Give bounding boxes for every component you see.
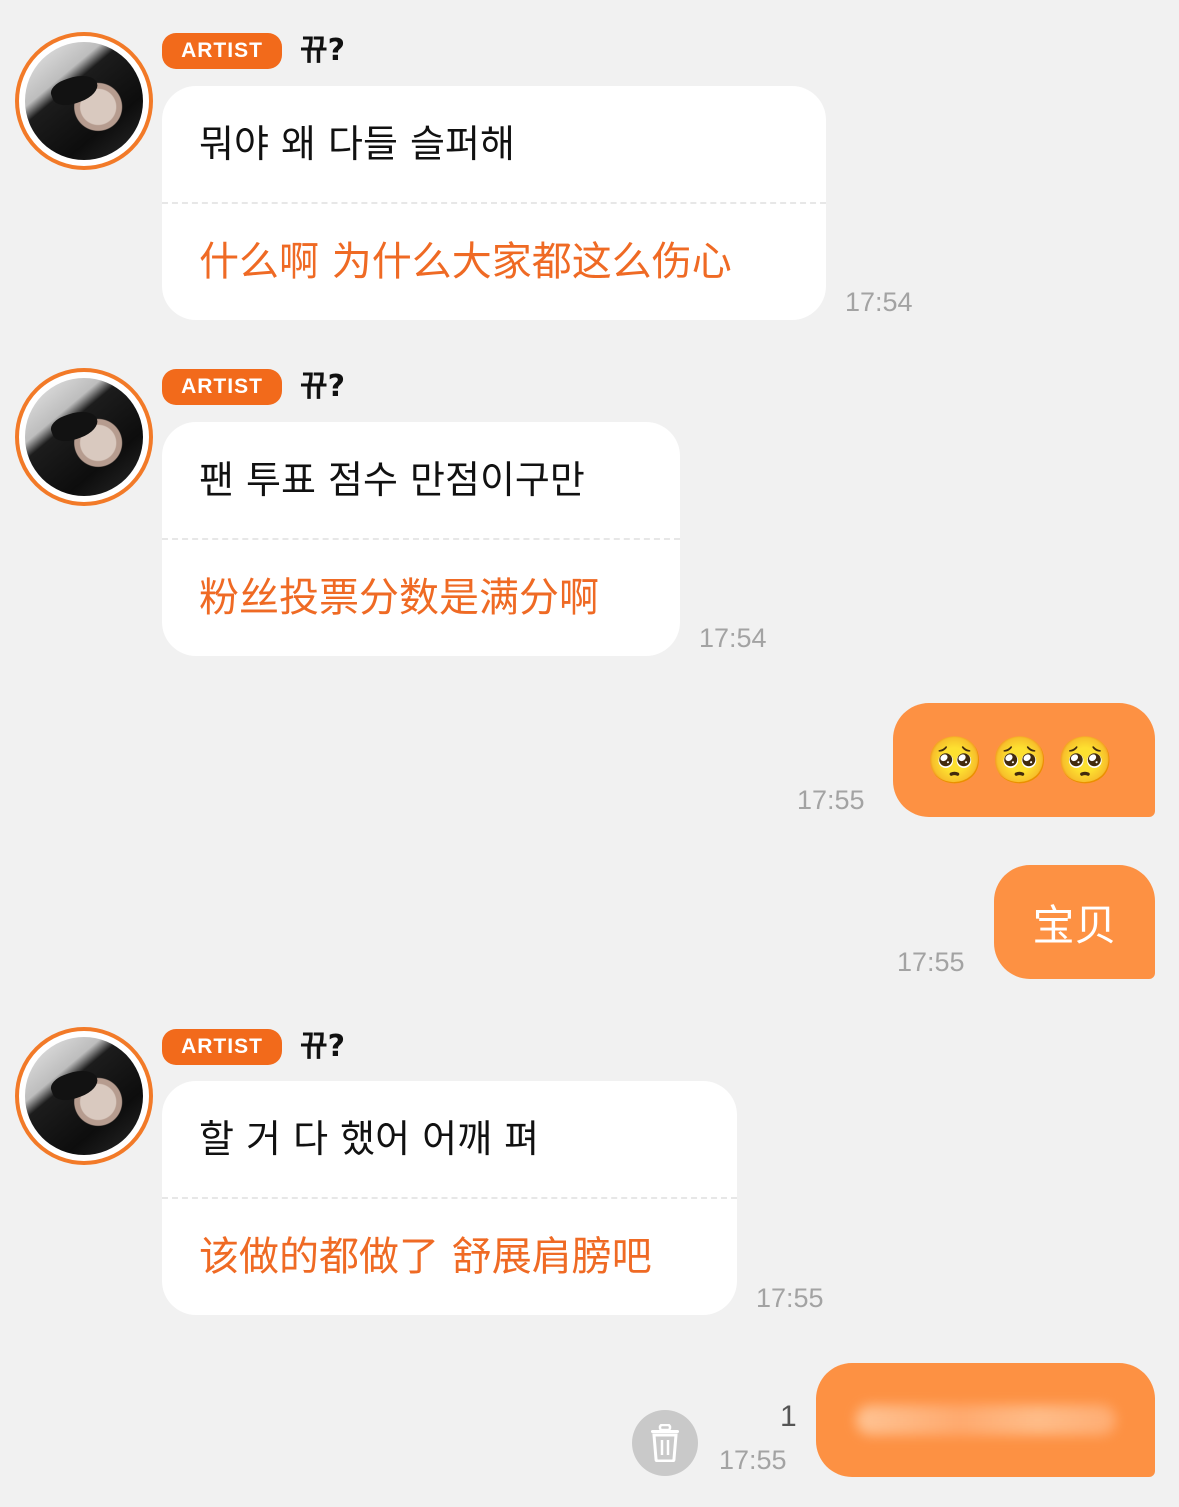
message-korean-text: 할 거 다 했어 어깨 펴 [199,1117,540,1161]
message-timestamp: 17:55 [897,947,965,977]
delete-button[interactable] [632,1410,698,1476]
blurred-message-text [855,1405,1116,1435]
outgoing-message-bubble[interactable] [816,1363,1155,1477]
artist-avatar[interactable] [15,32,153,170]
artist-avatar[interactable] [15,368,153,506]
artist-badge: ARTIST [162,369,282,405]
message-text: 宝贝 [1032,900,1117,950]
incoming-message-bubble[interactable]: 할 거 다 했어 어깨 펴 该做的都做了 舒展肩膀吧 [162,1081,737,1315]
avatar-photo [25,378,143,496]
incoming-message-bubble[interactable]: 팬 투표 점수 만점이구만 粉丝投票分数是满分啊 [162,422,680,656]
message-timestamp: 17:55 [797,785,865,815]
message-timestamp: 17:55 [719,1445,787,1475]
message-timestamp: 17:55 [756,1283,824,1313]
trash-icon [651,1424,679,1462]
message-translation-text: 粉丝投票分数是满分啊 [199,575,599,621]
avatar-photo [25,42,143,160]
sender-name: 뀨? [300,1029,346,1064]
pleading-face-emoji: 🥺🥺🥺 [926,732,1122,787]
artist-badge: ARTIST [162,33,282,69]
incoming-message-bubble[interactable]: 뭐야 왜 다들 슬퍼해 什么啊 为什么大家都这么伤心 [162,86,826,320]
message-korean-text: 뭐야 왜 다들 슬퍼해 [199,122,515,166]
message-korean-text: 팬 투표 점수 만점이구만 [199,458,585,502]
outgoing-message-bubble[interactable]: 宝贝 [994,865,1155,979]
message-translation-text: 什么啊 为什么大家都这么伤心 [199,239,732,285]
artist-avatar[interactable] [15,1027,153,1165]
message-timestamp: 17:54 [845,287,913,317]
unread-count: 1 [780,1400,797,1433]
message-timestamp: 17:54 [699,623,767,653]
sender-name: 뀨? [300,33,346,68]
message-translation-text: 该做的都做了 舒展肩膀吧 [199,1234,652,1280]
artist-badge: ARTIST [162,1029,282,1065]
outgoing-message-bubble[interactable]: 🥺🥺🥺 [893,703,1155,817]
avatar-photo [25,1037,143,1155]
sender-name: 뀨? [300,369,346,404]
